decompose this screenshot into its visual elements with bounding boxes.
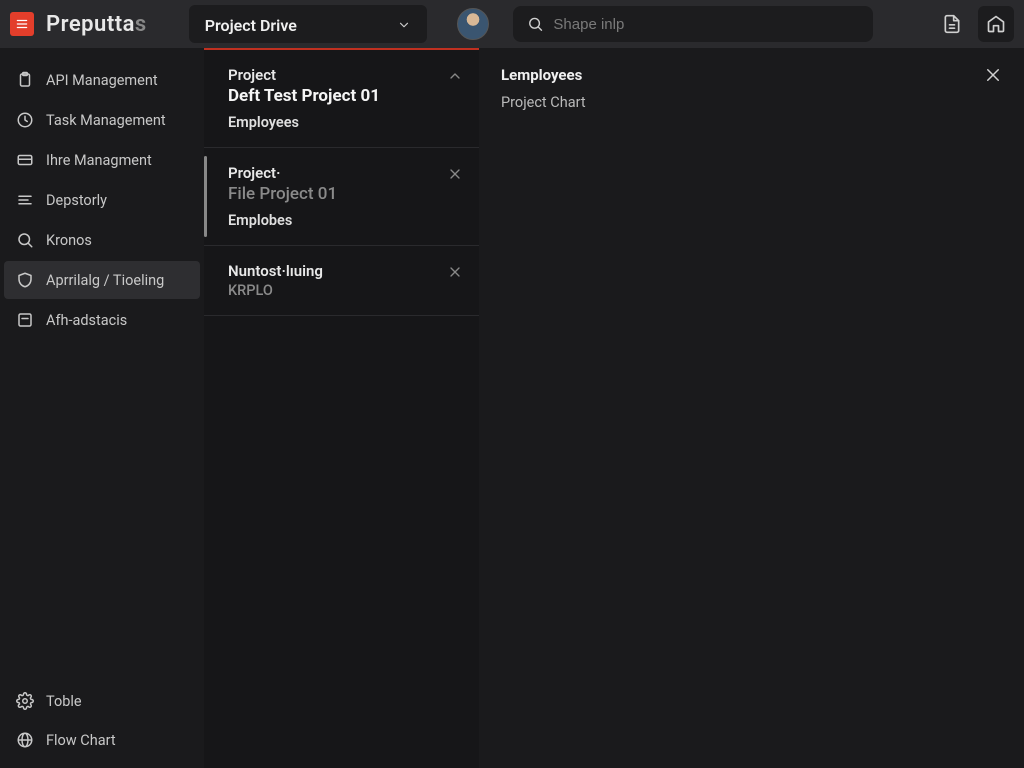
card-icon: [16, 151, 34, 169]
sidebar-item-toble[interactable]: Toble: [4, 682, 200, 720]
project-card-subtitle: Emplobes: [228, 212, 459, 229]
project-card-title: Deft Test Project 01: [228, 86, 459, 106]
close-icon[interactable]: [984, 66, 1002, 84]
sidebar-item-task-management[interactable]: Task Management: [4, 101, 200, 139]
clipboard-icon: [16, 71, 34, 89]
home-button[interactable]: [978, 6, 1014, 42]
search-box[interactable]: [513, 6, 873, 42]
sidebar-item-flow-chart[interactable]: Flow Chart: [4, 721, 200, 759]
clock-icon: [16, 111, 34, 129]
globe-icon: [16, 731, 34, 749]
chevron-up-icon[interactable]: [447, 68, 463, 84]
detail-panel-title: Lemployees: [501, 66, 586, 84]
sidebar-item-api-management[interactable]: API Management: [4, 61, 200, 99]
search-icon: [16, 231, 34, 249]
lines-icon: [16, 191, 34, 209]
sidebar-item-label: Aprrilalg / Tioeling: [46, 272, 164, 289]
search-input[interactable]: [553, 16, 858, 33]
detail-panel: Lemployees Project Chart: [479, 48, 1024, 768]
project-card[interactable]: Project Deft Test Project 01 Employees: [204, 50, 479, 148]
project-selector-dropdown[interactable]: Project Drive: [189, 5, 427, 43]
project-card[interactable]: Nuntost·lıuing KRPLO: [204, 246, 479, 316]
project-selector-label: Project Drive: [205, 16, 297, 35]
gear-icon: [16, 692, 34, 710]
app-logo-mark: [10, 12, 34, 36]
document-button[interactable]: [934, 6, 970, 42]
sidebar-item-label: Task Management: [46, 112, 166, 129]
sidebar-item-label: Ihre Managment: [46, 152, 152, 169]
sidebar: API Management Task Management Ihre Mana…: [0, 48, 204, 768]
sidebar-item-label: Toble: [46, 693, 82, 710]
user-avatar[interactable]: [457, 8, 489, 40]
app-logo-text: Preputtas: [46, 12, 147, 37]
sidebar-item-kronos[interactable]: Kronos: [4, 221, 200, 259]
sidebar-item-label: API Management: [46, 72, 158, 89]
search-icon: [527, 15, 544, 33]
project-card-eyebrow: Project: [228, 66, 459, 84]
project-card-subtitle: KRPLO: [228, 282, 459, 299]
sidebar-item-label: Depstorly: [46, 192, 107, 209]
project-card-subtitle: Employees: [228, 114, 459, 131]
sidebar-item-label: Kronos: [46, 232, 92, 249]
project-card[interactable]: Project· File Project 01 Emplobes: [204, 148, 479, 246]
project-card-title: File Project 01: [228, 184, 459, 204]
project-list-panel: Project Deft Test Project 01 Employees P…: [204, 48, 479, 768]
project-card-eyebrow: Project·: [228, 164, 459, 182]
sidebar-item-aprrilalg-tioeling[interactable]: Aprrilalg / Tioeling: [4, 261, 200, 299]
shield-icon: [16, 271, 34, 289]
project-card-eyebrow: Nuntost·lıuing: [228, 262, 459, 280]
detail-panel-subtitle: Project Chart: [501, 94, 586, 111]
close-icon[interactable]: [447, 166, 463, 182]
sidebar-item-label: Afh-adstacis: [46, 312, 127, 329]
close-icon[interactable]: [447, 264, 463, 280]
sidebar-item-label: Flow Chart: [46, 732, 116, 749]
chevron-down-icon: [397, 18, 411, 32]
app-header: Preputtas Project Drive: [0, 0, 1024, 48]
square-icon: [16, 311, 34, 329]
sidebar-item-afh-adstacis[interactable]: Afh-adstacis: [4, 301, 200, 339]
sidebar-item-depstorly[interactable]: Depstorly: [4, 181, 200, 219]
sidebar-item-ihre-management[interactable]: Ihre Managment: [4, 141, 200, 179]
